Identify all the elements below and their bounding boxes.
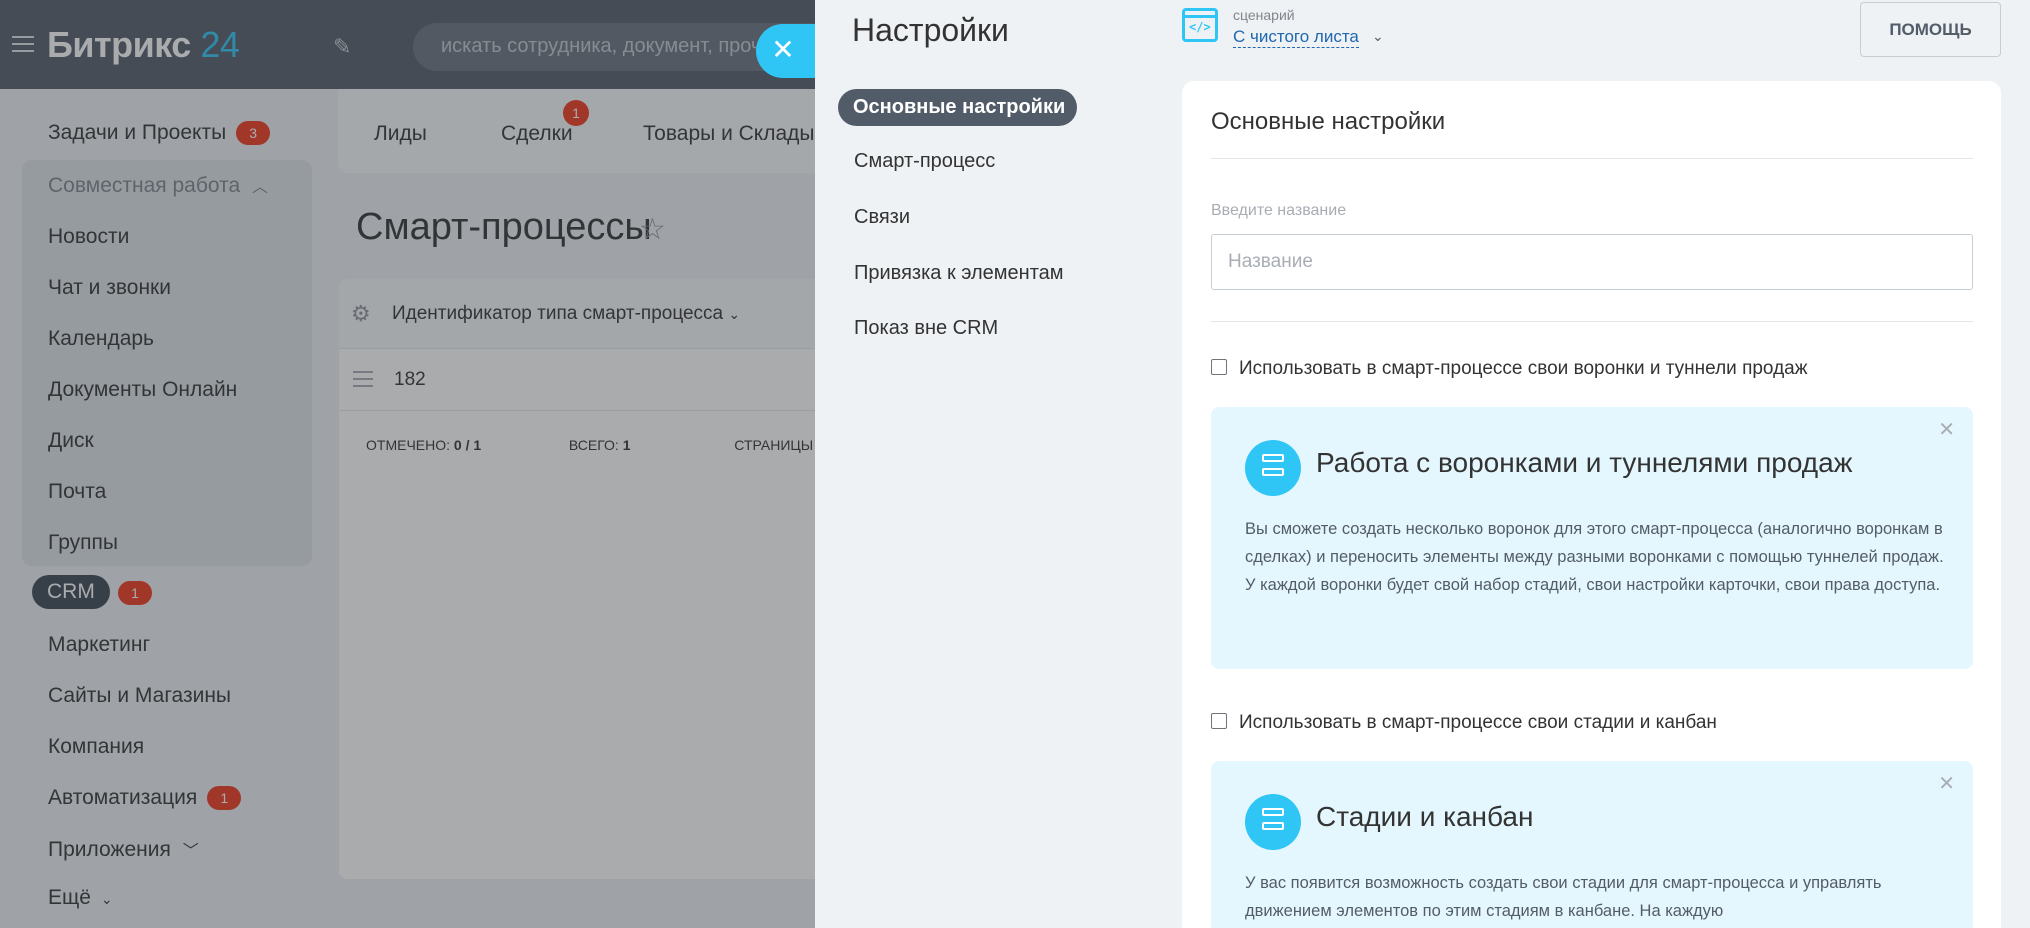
stages-info-text: У вас появится возможность создать свои … <box>1245 874 1882 920</box>
nav-item-smart-process[interactable]: Смарт-процесс <box>854 150 995 173</box>
code-icon: </> <box>1182 8 1218 42</box>
scenario-select[interactable]: С чистого листа <box>1233 27 1359 48</box>
chevron-down-icon[interactable]: ⌄ <box>1372 28 1384 45</box>
stages-info-title: Стадии и канбан <box>1316 801 1534 832</box>
stages-checkbox-label: Использовать в смарт-процессе свои стади… <box>1239 712 1717 733</box>
slider-title: Настройки <box>852 12 1009 48</box>
close-icon[interactable]: ✕ <box>1938 417 1955 442</box>
close-slider-button[interactable]: ✕ <box>756 24 816 78</box>
name-field-label: Введите название <box>1211 202 1347 219</box>
help-button[interactable]: ПОМОЩЬ <box>1860 2 2001 57</box>
funnels-checkbox-label: Использовать в смарт-процессе свои ворон… <box>1239 358 1808 379</box>
funnels-info-box: ✕ Работа с воронками и туннелями продаж … <box>1211 407 1973 669</box>
funnels-info-title: Работа с воронками и туннелями продаж <box>1316 447 1853 478</box>
nav-item-outside-crm[interactable]: Показ вне CRM <box>854 317 998 340</box>
name-input[interactable] <box>1211 234 1973 290</box>
close-icon: ✕ <box>771 34 795 65</box>
kanban-icon <box>1245 794 1301 850</box>
funnels-checkbox-row[interactable]: Использовать в смарт-процессе свои ворон… <box>1211 358 1807 380</box>
stages-checkbox-row[interactable]: Использовать в смарт-процессе свои стади… <box>1211 712 1717 734</box>
divider <box>1211 158 1973 159</box>
nav-item-element-binding[interactable]: Привязка к элементам <box>854 262 1064 285</box>
funnels-checkbox[interactable] <box>1211 359 1227 375</box>
stages-info-box: ✕ Стадии и канбан У вас появится возможн… <box>1211 761 1973 928</box>
divider <box>1211 321 1973 322</box>
funnel-icon <box>1245 440 1301 496</box>
page-overlay[interactable] <box>0 0 815 928</box>
settings-card: Основные настройки Введите название Испо… <box>1182 81 2001 928</box>
funnels-info-text: Вы сможете создать несколько воронок для… <box>1245 520 1944 594</box>
close-icon[interactable]: ✕ <box>1938 771 1955 796</box>
card-title: Основные настройки <box>1211 108 1446 135</box>
stages-checkbox[interactable] <box>1211 713 1227 729</box>
scenario-label: сценарий <box>1233 7 1295 23</box>
nav-item-main-settings[interactable]: Основные настройки <box>838 89 1078 126</box>
nav-item-relations[interactable]: Связи <box>854 206 910 229</box>
